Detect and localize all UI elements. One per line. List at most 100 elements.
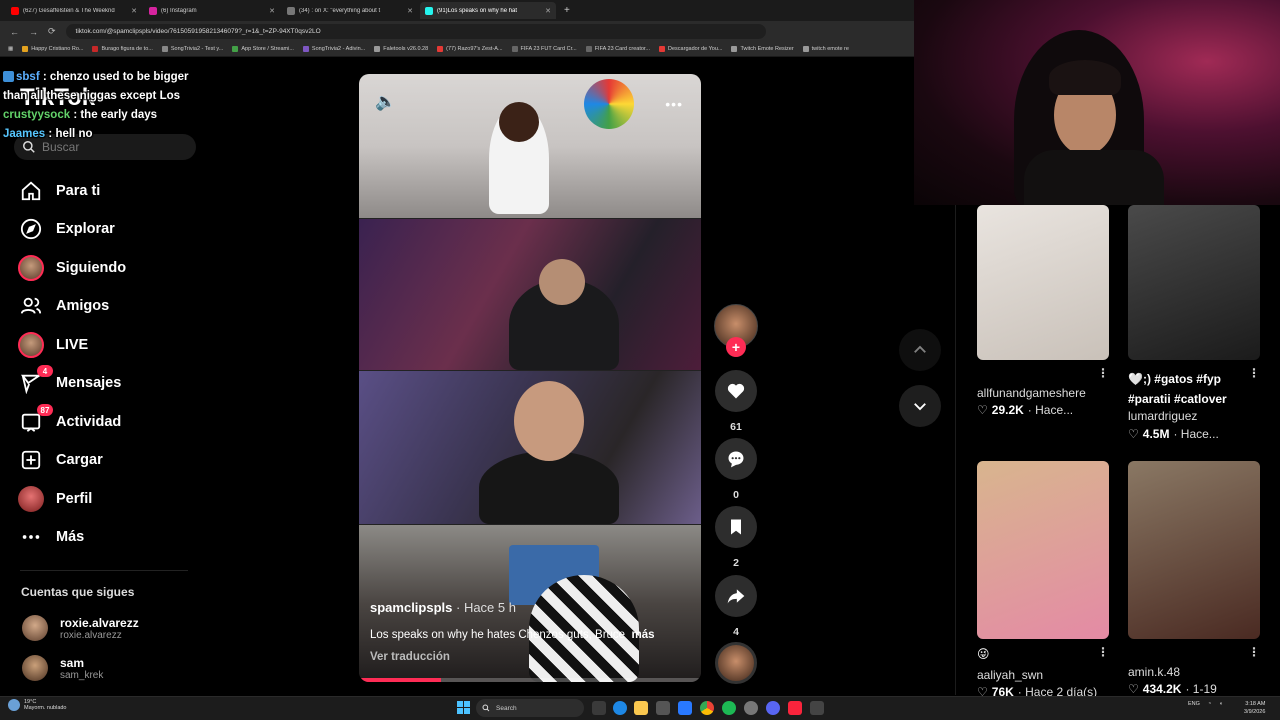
- thumbnail-username[interactable]: allfunandgameshere: [977, 386, 1086, 400]
- system-tray[interactable]: ENG ◔ ◖: [1188, 701, 1223, 707]
- browser-tab[interactable]: (34) : on X: "everything about t ✕: [282, 2, 418, 19]
- bookmark-item[interactable]: Twitch Emote Resizer: [731, 46, 794, 52]
- steam-icon[interactable]: [744, 701, 758, 715]
- music-app-icon[interactable]: [788, 701, 802, 715]
- tab-favicon-icon: [425, 6, 433, 15]
- translate-link[interactable]: Ver traducción: [370, 651, 450, 663]
- sidebar-item-para-ti[interactable]: Para ti: [18, 176, 100, 206]
- sidebar-item-mas[interactable]: Más: [18, 522, 84, 552]
- browser-tab[interactable]: (627) Gesaffelstein & The Weeknd ✕: [6, 2, 142, 19]
- taskbar-clock[interactable]: 3:18 AM 3/9/2026: [1244, 700, 1265, 716]
- language-indicator[interactable]: ENG: [1188, 701, 1200, 707]
- share-action[interactable]: 4: [715, 575, 757, 638]
- video-more-icon[interactable]: •••: [665, 96, 683, 112]
- sidebar-item-mensajes[interactable]: 4 Mensajes: [18, 365, 121, 398]
- sidebar-item-cargar[interactable]: Cargar: [18, 445, 103, 475]
- save-action[interactable]: 2: [715, 506, 757, 569]
- previous-video-button[interactable]: [899, 329, 941, 371]
- browser-tab[interactable]: (91)Los speaks on why he hat ✕: [420, 2, 556, 19]
- bookmark-item[interactable]: twitch emote re: [802, 46, 849, 52]
- reload-icon[interactable]: ⟳: [48, 26, 56, 37]
- video-progress-bar[interactable]: [359, 678, 701, 682]
- back-icon[interactable]: ←: [10, 27, 19, 37]
- next-video-button[interactable]: [899, 385, 941, 427]
- like-count: 61: [730, 421, 742, 433]
- chrome-icon[interactable]: [700, 701, 714, 715]
- thumbnail-stats: ♡ 434.2K · 1-19: [1128, 682, 1217, 696]
- tab-favicon-icon: [149, 6, 157, 15]
- bookmark-item[interactable]: Descargador de You...: [659, 46, 722, 52]
- share-button[interactable]: [715, 575, 757, 617]
- bookmark-label: App Store / Streami...: [241, 46, 294, 52]
- more-options-icon[interactable]: ⋮: [1097, 366, 1109, 380]
- comment-action[interactable]: 0: [715, 438, 757, 501]
- close-tab-icon[interactable]: ✕: [407, 7, 413, 15]
- bookmark-item[interactable]: Happy Cristiano Ro...: [22, 46, 83, 52]
- video-thumbnail[interactable]: [1128, 205, 1260, 360]
- discord-icon[interactable]: [766, 701, 780, 715]
- taskbar-search-label: Search: [496, 704, 517, 712]
- file-explorer-icon[interactable]: [634, 701, 648, 715]
- bookmark-item[interactable]: Faletools v26.0.28: [374, 46, 428, 52]
- url-field[interactable]: tiktok.com/@spamclipspls/video/761505919…: [65, 24, 766, 39]
- spotify-icon[interactable]: [722, 701, 736, 715]
- sidebar-item-amigos[interactable]: Amigos: [18, 291, 109, 321]
- compass-icon: [18, 216, 44, 242]
- bookmark-item[interactable]: FIFA 23 FUT Card Cr...: [511, 46, 577, 52]
- bookmark-item[interactable]: SongTrivia2 - Test y...: [161, 46, 223, 52]
- volume-icon[interactable]: 🔈: [375, 92, 396, 112]
- more-options-icon[interactable]: ⋮: [1248, 645, 1260, 659]
- thumbnail-username[interactable]: aaliyah_swn: [977, 668, 1043, 682]
- sidebar-item-explorar[interactable]: Explorar: [18, 214, 115, 244]
- close-tab-icon[interactable]: ✕: [269, 7, 275, 15]
- obs-icon[interactable]: [810, 701, 824, 715]
- video-thumbnail[interactable]: [977, 461, 1109, 639]
- like-action[interactable]: 61: [715, 370, 757, 433]
- taskbar-search[interactable]: Search: [476, 699, 584, 717]
- bookmark-item[interactable]: FIFA 23 Card creator...: [585, 46, 650, 52]
- wifi-icon[interactable]: ◔: [1208, 701, 1211, 707]
- save-button[interactable]: [715, 506, 757, 548]
- video-thumbnail[interactable]: [977, 205, 1109, 360]
- apps-grid-icon[interactable]: ▦: [8, 46, 13, 52]
- edge-icon[interactable]: [613, 701, 627, 715]
- bookmark-item[interactable]: App Store / Streami...: [232, 46, 294, 52]
- thumbnail-stats: ♡ 4.5M · Hace...: [1128, 427, 1219, 441]
- mail-icon[interactable]: [678, 701, 692, 715]
- following-account[interactable]: sam sam_krek: [22, 655, 103, 681]
- store-icon[interactable]: [656, 701, 670, 715]
- volume-icon[interactable]: ◖: [1219, 701, 1222, 707]
- forward-icon[interactable]: →: [29, 27, 38, 37]
- video-author[interactable]: spamclipspls · Hace 5 h: [370, 600, 516, 615]
- thumbnail-username[interactable]: amin.k.48: [1128, 665, 1180, 679]
- sidebar-item-live[interactable]: LIVE: [18, 330, 88, 360]
- thumbnail-likes: 434.2K: [1142, 682, 1182, 696]
- sidebar-item-actividad[interactable]: 87 Actividad: [18, 404, 121, 437]
- bookmark-item[interactable]: SongTrivia2 - Adivin...: [302, 46, 365, 52]
- bookmark-item[interactable]: (77) Razo97's Zest-A...: [437, 46, 503, 52]
- thumbnail-time: · Hace...: [1027, 403, 1074, 417]
- music-disc-avatar[interactable]: [715, 642, 757, 684]
- comment-button[interactable]: [715, 438, 757, 480]
- video-player[interactable]: 🔈 ••• spamclipspls · Hace 5 h Los speaks…: [359, 74, 701, 682]
- close-tab-icon[interactable]: ✕: [131, 7, 137, 15]
- thumbnail-username[interactable]: lumardriguez: [1128, 409, 1197, 423]
- close-tab-icon[interactable]: ✕: [545, 7, 551, 15]
- follow-plus-button[interactable]: +: [726, 337, 746, 357]
- task-view-icon[interactable]: [592, 701, 606, 715]
- video-thumbnail[interactable]: [1128, 461, 1260, 639]
- sidebar-item-perfil[interactable]: Perfil: [18, 484, 92, 514]
- bookmark-item[interactable]: Burago figura de to...: [92, 46, 153, 52]
- sidebar-item-label: Explorar: [56, 221, 115, 237]
- browser-tab[interactable]: (6) Instagram ✕: [144, 2, 280, 19]
- sidebar-item-siguiendo[interactable]: Siguiendo: [18, 253, 126, 283]
- like-button[interactable]: [715, 370, 757, 412]
- author-username[interactable]: spamclipspls: [370, 600, 452, 615]
- weather-widget[interactable]: 19°C Mayorm. nublado: [8, 699, 67, 711]
- more-options-icon[interactable]: ⋮: [1248, 366, 1260, 380]
- new-tab-button[interactable]: +: [558, 5, 570, 16]
- caption-more-link[interactable]: más: [631, 629, 654, 641]
- windows-start-icon[interactable]: [457, 701, 470, 714]
- more-options-icon[interactable]: ⋮: [1097, 645, 1109, 659]
- following-account[interactable]: roxie.alvarezz roxie.alvarezz: [22, 615, 139, 641]
